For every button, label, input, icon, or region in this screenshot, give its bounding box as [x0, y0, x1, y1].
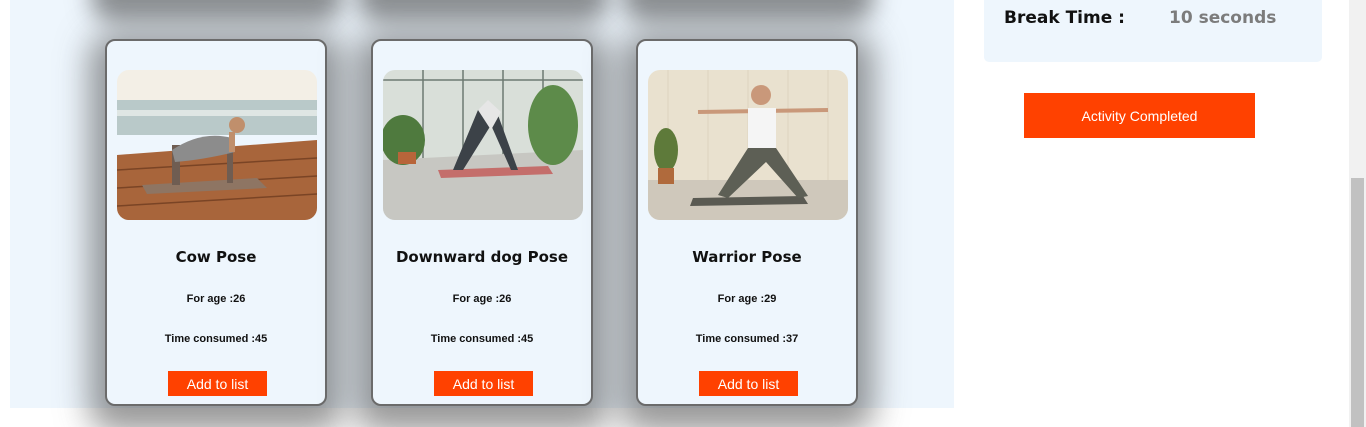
break-time-value: 10 seconds	[1169, 8, 1277, 28]
exercise-card-cow-pose: Cow Pose For age :26 Time consumed :45 A…	[105, 39, 327, 406]
exercise-time: Time consumed :37	[695, 333, 799, 345]
exercise-time: Time consumed :45	[164, 333, 268, 345]
break-time-summary: Break Time : 10 seconds	[984, 0, 1322, 62]
exercise-age: For age :26	[186, 293, 246, 305]
add-to-list-button[interactable]: Add to list	[699, 371, 798, 396]
add-to-list-button[interactable]: Add to list	[168, 371, 267, 396]
exercise-card-downward-dog-pose: Downward dog Pose For age :26 Time consu…	[371, 39, 593, 406]
exercise-title: Downward dog Pose	[395, 248, 569, 266]
downward-dog-pose-image	[383, 70, 583, 220]
exercise-title: Cow Pose	[175, 248, 257, 266]
exercise-age: For age :26	[452, 293, 512, 305]
break-time-label: Break Time :	[1004, 8, 1125, 28]
exercise-time: Time consumed :45	[430, 333, 534, 345]
cow-pose-image	[117, 70, 317, 220]
add-to-list-button[interactable]: Add to list	[434, 371, 533, 396]
exercise-title: Warrior Pose	[692, 248, 802, 266]
scrollbar-thumb[interactable]	[1351, 178, 1364, 427]
activity-completed-button[interactable]: Activity Completed	[1024, 93, 1255, 138]
warrior-pose-image	[648, 70, 848, 220]
exercise-card-warrior-pose: Warrior Pose For age :29 Time consumed :…	[636, 39, 858, 406]
exercise-list-panel: Cow Pose For age :26 Time consumed :45 A…	[10, 0, 954, 408]
exercise-age: For age :29	[717, 293, 777, 305]
